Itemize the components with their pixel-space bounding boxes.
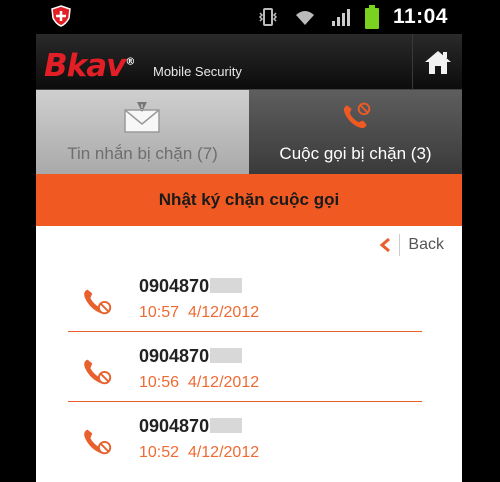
vibrate-icon [258,8,277,26]
bkav-shield-icon [51,5,71,27]
phone-number: 0904870 [139,346,243,367]
tab-bar: ! Tin nhắn bị chặn (7) Cuộc gọi bị chặn … [36,90,462,174]
list-item[interactable]: 0904870 10:57 4/12/2012 [36,262,462,332]
call-time: 10:52 4/12/2012 [139,444,260,461]
call-time: 10:56 4/12/2012 [139,374,260,391]
home-button[interactable] [412,34,462,90]
blocked-call-icon [84,429,112,455]
section-title-bar: Nhật ký chặn cuộc gọi [36,174,462,226]
divider [399,234,401,256]
envelope-warning-icon: ! [123,102,160,133]
masked-digits [210,348,243,363]
signal-icon [331,9,350,26]
blocked-call-icon [84,359,112,385]
list-item[interactable]: 0904870 10:52 4/12/2012 [36,402,462,472]
blocked-call-icon [84,289,112,315]
blocked-call-list: 0904870 10:57 4/12/2012 0904870 10:56 4/… [36,262,462,472]
battery-icon [364,5,379,29]
blocked-call-icon [343,102,370,129]
masked-digits [210,278,243,293]
phone-number: 0904870 [139,416,243,437]
back-label: Back [408,236,444,253]
app-subtitle: Mobile Security [153,64,242,79]
call-time: 10:57 4/12/2012 [139,304,260,321]
bkav-logo: Bkav® [44,48,135,84]
svg-text:!: ! [140,103,143,112]
wifi-icon [295,11,314,25]
chevron-left-icon [380,237,391,253]
clock: 11:04 [392,5,448,28]
tab-blocked-calls[interactable]: Cuộc gọi bị chặn (3) [249,90,462,174]
list-item[interactable]: 0904870 10:56 4/12/2012 [36,332,462,402]
app-screen: Bkav® Mobile Security ! Tin nhắn bị chặn… [36,34,462,482]
back-button[interactable]: Back [379,234,444,256]
tab-blocked-messages-label: Tin nhắn bị chặn (7) [67,144,218,163]
tab-blocked-messages[interactable]: ! Tin nhắn bị chặn (7) [36,90,249,174]
app-header: Bkav® Mobile Security [36,34,462,90]
tab-blocked-calls-label: Cuộc gọi bị chặn (3) [279,144,432,163]
phone-number: 0904870 [139,276,243,297]
status-bar: 11:04 [0,0,500,34]
masked-digits [210,418,243,433]
page-title: Nhật ký chặn cuộc gọi [158,190,340,209]
home-icon [424,51,451,74]
